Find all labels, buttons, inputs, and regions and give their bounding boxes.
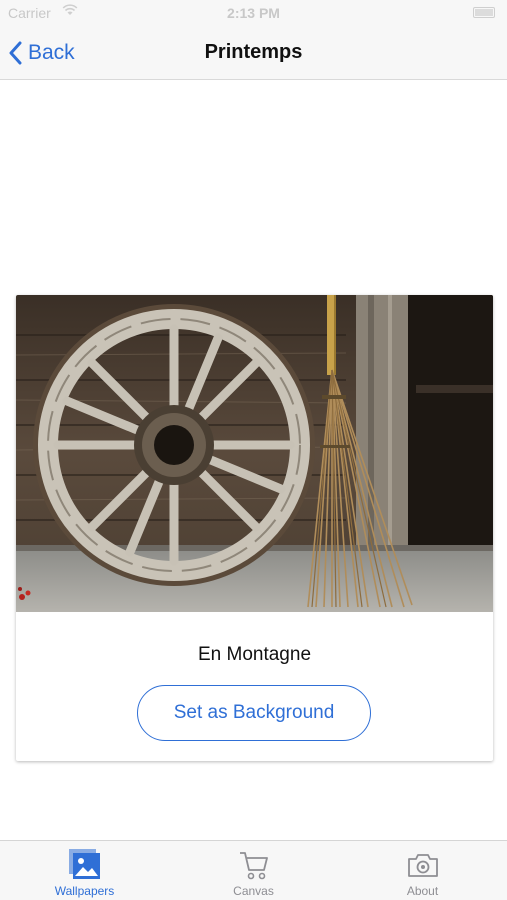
- page-title: Printemps: [204, 41, 303, 63]
- photos-icon: [68, 849, 100, 879]
- tab-label-canvas: Canvas: [233, 884, 274, 898]
- set-as-background-button[interactable]: Set as Background: [137, 685, 371, 741]
- wallpaper-title: En Montagne: [197, 644, 312, 665]
- tab-label-about: About: [406, 884, 439, 898]
- cart-icon: [239, 852, 268, 880]
- tab-canvas[interactable]: Canvas: [169, 841, 338, 900]
- tab-wallpapers[interactable]: Wallpapers: [0, 841, 169, 900]
- battery-icon: [473, 7, 495, 18]
- navigation-bar: Back Printemps: [0, 28, 507, 80]
- wallpaper-image[interactable]: [16, 295, 493, 612]
- wallpaper-card: En Montagne Set as Background: [16, 295, 493, 761]
- camera-icon: [407, 854, 438, 877]
- tab-about[interactable]: About: [338, 841, 507, 900]
- status-time: 2:13 PM: [227, 5, 280, 21]
- tab-label-wallpapers: Wallpapers: [54, 884, 115, 898]
- status-bar: Carrier 2:13 PM: [0, 0, 507, 28]
- tab-bar: Wallpapers Canvas About: [0, 840, 507, 900]
